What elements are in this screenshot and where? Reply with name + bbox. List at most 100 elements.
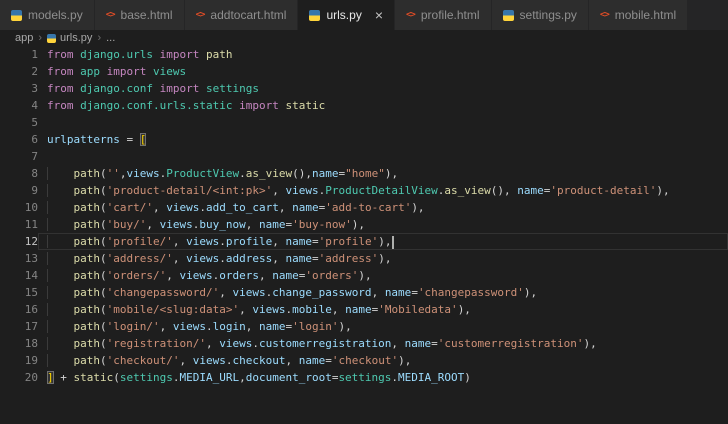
code-line-10[interactable]: 10 path('cart/', views.add_to_cart, name… bbox=[0, 199, 728, 216]
line-number[interactable]: 9 bbox=[0, 182, 38, 199]
breadcrumb-item-app[interactable]: app bbox=[15, 32, 33, 44]
tab-models.py[interactable]: models.py bbox=[0, 0, 95, 30]
token-kw: import bbox=[106, 65, 147, 78]
line-number[interactable]: 14 bbox=[0, 267, 38, 284]
tab-label: models.py bbox=[28, 8, 83, 22]
token-var: views bbox=[186, 235, 220, 248]
vscode-window: models.py <> base.html <> addtocart.html urls… bbox=[0, 0, 728, 386]
token-var: MEDIA_ROOT bbox=[398, 371, 465, 384]
code-line-19[interactable]: 19 path('checkout/', views.checkout, nam… bbox=[0, 352, 728, 369]
token-pln: ), bbox=[358, 269, 372, 282]
token-var: address bbox=[225, 252, 273, 265]
line-number[interactable]: 11 bbox=[0, 216, 38, 233]
token-str: 'address' bbox=[318, 252, 379, 265]
line-number[interactable]: 10 bbox=[0, 199, 38, 216]
tab-mobile.html[interactable]: <> mobile.html bbox=[588, 0, 689, 30]
line-number[interactable]: 2 bbox=[0, 63, 38, 80]
token-ind bbox=[47, 218, 74, 231]
code-line-20[interactable]: 20] + static(settings.MEDIA_URL,document… bbox=[0, 369, 728, 386]
close-icon[interactable]: × bbox=[375, 8, 383, 22]
code-line-1[interactable]: 1 from django.urls import path bbox=[0, 46, 728, 63]
code-line-8[interactable]: 8 path('',views.ProductView.as_view(),na… bbox=[0, 165, 728, 182]
token-pln: ( bbox=[100, 201, 107, 214]
code-line-13[interactable]: 13 path('address/', views.address, name=… bbox=[0, 250, 728, 267]
token-fn: path bbox=[73, 167, 101, 180]
line-number[interactable]: 6 bbox=[0, 131, 38, 148]
code-line-14[interactable]: 14 path('orders/', views.orders, name='o… bbox=[0, 267, 728, 284]
line-number[interactable]: 12 bbox=[0, 233, 38, 250]
line-number[interactable]: 17 bbox=[0, 318, 38, 335]
token-pln: . bbox=[219, 252, 226, 265]
line-number[interactable]: 16 bbox=[0, 301, 38, 318]
line-number[interactable]: 5 bbox=[0, 114, 38, 131]
token-pln: , bbox=[391, 337, 405, 350]
token-pln: , bbox=[172, 235, 187, 248]
token-var: views bbox=[285, 184, 319, 197]
token-kw: from bbox=[47, 65, 74, 78]
breadcrumb-label: app bbox=[15, 32, 34, 44]
token-pln: ), bbox=[523, 286, 538, 299]
python-icon bbox=[11, 9, 22, 21]
tab-settings.py[interactable]: settings.py bbox=[491, 0, 589, 30]
line-number[interactable]: 20 bbox=[0, 369, 38, 386]
code-line-4[interactable]: 4 from django.conf.urls.static import sta… bbox=[0, 97, 728, 114]
python-icon bbox=[502, 9, 514, 21]
line-number[interactable]: 4 bbox=[0, 97, 38, 114]
token-pln: , bbox=[172, 252, 187, 265]
token-var: views bbox=[166, 201, 200, 214]
html-icon: <> bbox=[406, 10, 416, 20]
line-number[interactable]: 7 bbox=[0, 148, 38, 165]
line-number[interactable]: 8 bbox=[0, 165, 38, 182]
tab-base.html[interactable]: <> base.html bbox=[94, 0, 185, 30]
token-pln: , bbox=[219, 286, 233, 299]
token-pln bbox=[153, 48, 160, 61]
tab-profile.html[interactable]: <> profile.html bbox=[395, 0, 492, 30]
token-pln: ), bbox=[398, 354, 412, 367]
token-var: name bbox=[517, 184, 544, 197]
token-kw: from bbox=[47, 48, 74, 61]
code-line-15[interactable]: 15 path('changepassword/', views.change_… bbox=[0, 284, 728, 301]
code-line-3[interactable]: 3 from django.conf import settings bbox=[0, 80, 728, 97]
token-str: 'cart/' bbox=[106, 201, 153, 214]
tab-urls.py[interactable]: urls.py × bbox=[298, 0, 395, 30]
token-pln: , bbox=[331, 303, 346, 316]
token-var: views bbox=[252, 303, 286, 316]
code-line-18[interactable]: 18 path('registration/', views.customerr… bbox=[0, 335, 728, 352]
line-number[interactable]: 3 bbox=[0, 80, 38, 97]
token-str: 'mobile/<slug:data>' bbox=[106, 303, 240, 316]
breadcrumb-item-...[interactable]: ... bbox=[106, 32, 115, 44]
line-number[interactable]: 13 bbox=[0, 250, 38, 267]
code-line-5[interactable]: 5 bbox=[0, 114, 728, 131]
code-line-9[interactable]: 9 path('product-detail/<int:pk>', views.… bbox=[0, 182, 728, 199]
token-pln: ), bbox=[351, 218, 365, 231]
code-line-12[interactable]: 12 path('profile/', views.profile, name=… bbox=[0, 233, 728, 250]
breadcrumb-item-urls.py[interactable]: urls.py bbox=[47, 32, 92, 44]
chevron-right-icon: › bbox=[38, 32, 43, 44]
token-pln: , bbox=[239, 303, 253, 316]
html-icon: <> bbox=[599, 10, 610, 20]
code-line-6[interactable]: 6 urlpatterns = [ bbox=[0, 131, 728, 148]
line-number[interactable]: 18 bbox=[0, 335, 38, 352]
code-line-2[interactable]: 2 from app import views bbox=[0, 63, 728, 80]
code-line-7[interactable]: 7 bbox=[0, 148, 728, 165]
token-pln: , bbox=[272, 184, 286, 197]
tab-addtocart.html[interactable]: <> addtocart.html bbox=[184, 0, 299, 30]
line-number[interactable]: 15 bbox=[0, 284, 38, 301]
token-fn: path bbox=[73, 320, 101, 333]
code-content: path('changepassword/', views.change_pas… bbox=[38, 284, 728, 301]
token-str: 'profile/' bbox=[106, 235, 173, 248]
code-content: from django.conf import settings bbox=[38, 80, 728, 97]
token-fn: path bbox=[73, 235, 101, 248]
line-number[interactable]: 19 bbox=[0, 352, 38, 369]
token-str: 'product-detail' bbox=[550, 184, 657, 197]
token-ind bbox=[47, 354, 74, 367]
token-fn: path bbox=[73, 252, 101, 265]
token-pln: . bbox=[239, 167, 246, 180]
editor[interactable]: 1 from django.urls import path 2 from app i… bbox=[0, 46, 728, 386]
line-number[interactable]: 1 bbox=[0, 46, 38, 63]
code-line-16[interactable]: 16 path('mobile/<slug:data>', views.mobi… bbox=[0, 301, 728, 318]
code-line-11[interactable]: 11 path('buy/', views.buy_now, name='buy… bbox=[0, 216, 728, 233]
token-fn: path bbox=[73, 337, 101, 350]
token-var: orders bbox=[219, 269, 259, 282]
code-line-17[interactable]: 17 path('login/', views.login, name='log… bbox=[0, 318, 728, 335]
